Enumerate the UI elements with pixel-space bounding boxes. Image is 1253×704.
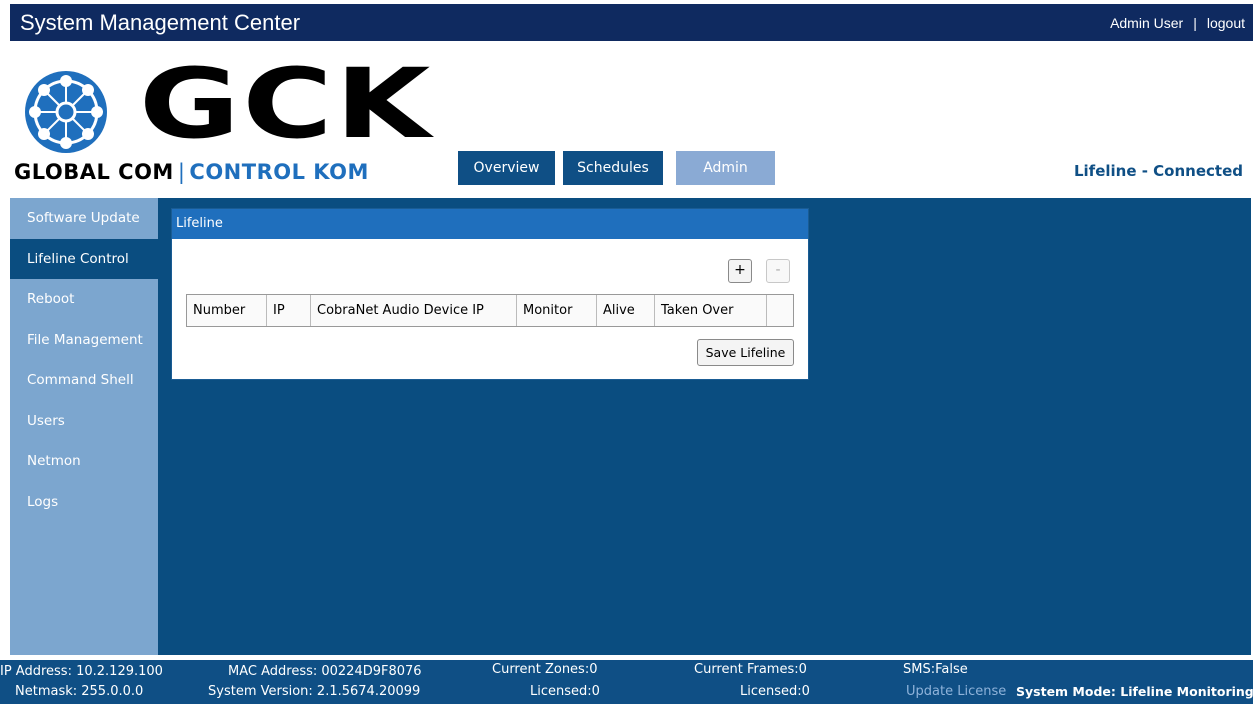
column-ip[interactable]: IP [267,295,311,326]
user-name[interactable]: Admin User [1110,15,1183,31]
add-lifeline-button[interactable]: + [728,259,752,283]
tab-overview[interactable]: Overview [458,151,555,185]
lifeline-card: Lifeline + - Number IP CobraNet Audio De… [171,208,809,380]
column-extra [767,295,793,326]
sidebar-item-lifeline-control[interactable]: Lifeline Control [10,238,158,279]
user-separator: | [1193,15,1197,31]
sidebar-item-file-management[interactable]: File Management [10,320,158,361]
sidebar-item-command-shell[interactable]: Command Shell [10,360,158,401]
tab-schedules[interactable]: Schedules [563,151,663,185]
sidebar-item-logs[interactable]: Logs [10,482,158,523]
status-footer: IP Address: 10.2.129.100 Netmask: 255.0.… [0,660,1253,704]
admin-panel: Software Update Lifeline Control Reboot … [10,198,1251,655]
lifeline-table-header: Number IP CobraNet Audio Device IP Monit… [186,294,794,327]
ip-address: IP Address: 10.2.129.100 [0,664,163,679]
column-monitor[interactable]: Monitor [517,295,597,326]
globe-network-icon [25,71,107,153]
zones-licensed: Licensed:0 [530,684,600,699]
column-taken-over[interactable]: Taken Over [655,295,767,326]
system-version: System Version: 2.1.5674.20099 [208,684,421,699]
remove-lifeline-button[interactable]: - [766,259,790,283]
logout-link[interactable]: logout [1207,15,1245,31]
update-license-link[interactable]: Update License [906,684,1006,699]
logo-tagline: GLOBAL COM | CONTROL KOM [14,160,369,184]
tagline-separator: | [177,160,186,184]
sidebar-item-users[interactable]: Users [10,401,158,442]
tagline-control-kom: CONTROL KOM [189,160,369,184]
connection-status: Lifeline - Connected [1073,162,1243,180]
lifeline-card-title: Lifeline [172,209,808,239]
column-alive[interactable]: Alive [597,295,655,326]
tagline-global-com: GLOBAL COM [14,160,174,184]
logo-letters: GCK [139,48,433,160]
column-number[interactable]: Number [187,295,267,326]
save-lifeline-button[interactable]: Save Lifeline [697,339,794,366]
sidebar-item-netmon[interactable]: Netmon [10,441,158,482]
frames-licensed: Licensed:0 [740,684,810,699]
admin-sidebar: Software Update Lifeline Control Reboot … [10,198,158,655]
current-zones: Current Zones:0 [492,662,598,677]
app-title: System Management Center [20,10,301,35]
netmask: Netmask: 255.0.0.0 [15,684,144,699]
sms-status: SMS:False [903,662,968,677]
tab-admin[interactable]: Admin [676,151,775,185]
column-cobranet-ip[interactable]: CobraNet Audio Device IP [311,295,517,326]
title-bar: System Management Center Admin User | logo… [10,4,1253,41]
current-frames: Current Frames:0 [694,662,807,677]
sidebar-item-reboot[interactable]: Reboot [10,279,158,320]
system-mode: System Mode: Lifeline Monitoring [1016,684,1253,699]
user-area: Admin User | logout [1110,15,1245,31]
company-logo: GCK GLOBAL COM | CONTROL KOM [14,48,444,184]
mac-address: MAC Address: 00224D9F8076 [228,664,422,679]
sidebar-item-software-update[interactable]: Software Update [10,198,158,239]
